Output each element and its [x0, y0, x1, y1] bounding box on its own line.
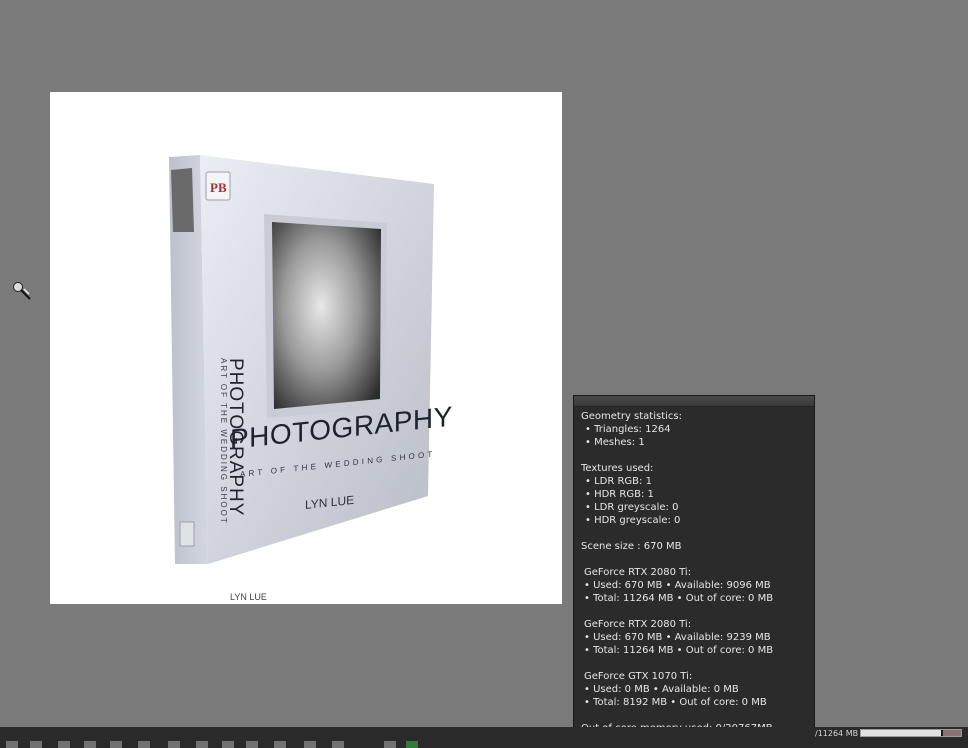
tool-icon[interactable]: [110, 741, 122, 748]
triangles-count: • Triangles: 1264: [585, 424, 671, 435]
gpu-name: GeForce RTX 2080 Ti:: [584, 619, 692, 630]
statistics-panel: Geometry statistics: • Triangles: 1264 •…: [573, 395, 815, 738]
spine-author: LYN LUE: [230, 592, 267, 602]
gpu-total: • Total: 11264 MB • Out of core: 0 MB: [584, 645, 774, 656]
tool-icon[interactable]: [6, 741, 18, 748]
gpu-total: • Total: 8192 MB • Out of core: 0 MB: [584, 697, 767, 708]
render-frame: PB PHOTOGRAPHY ART OF THE WEDDING SHOOT …: [50, 92, 562, 604]
textures-heading: Textures used:: [581, 463, 654, 474]
tool-icon[interactable]: [406, 741, 418, 748]
tool-icon[interactable]: [168, 741, 180, 748]
tool-icon[interactable]: [274, 741, 286, 748]
ldr-rgb-count: • LDR RGB: 1: [585, 476, 652, 487]
memory-usage-tail: [943, 730, 961, 736]
tool-icon[interactable]: [384, 741, 396, 748]
spine-subtitle: ART OF THE WEDDING SHOOT: [219, 358, 228, 525]
tool-icon[interactable]: [304, 741, 316, 748]
color-picker-icon[interactable]: [12, 281, 34, 301]
gpu-usage: • Used: 670 MB • Available: 9096 MB: [584, 580, 771, 591]
hdr-rgb-count: • HDR RGB: 1: [585, 489, 654, 500]
geometry-heading: Geometry statistics:: [581, 411, 682, 422]
book-render: PB PHOTOGRAPHY ART OF THE WEDDING SHOOT …: [50, 92, 562, 604]
gpu-name: GeForce RTX 2080 Ti:: [584, 567, 692, 578]
statistics-body: Geometry statistics: • Triangles: 1264 •…: [574, 407, 814, 735]
tool-icon[interactable]: [30, 741, 42, 748]
tool-icon[interactable]: [222, 741, 234, 748]
hdr-greyscale-count: • HDR greyscale: 0: [585, 515, 681, 526]
memory-total-label: /11264 MB: [815, 729, 859, 738]
ldr-greyscale-count: • LDR greyscale: 0: [585, 502, 679, 513]
gpu-usage: • Used: 670 MB • Available: 9239 MB: [584, 632, 771, 643]
gpu-usage: • Used: 0 MB • Available: 0 MB: [584, 684, 739, 695]
render-viewport[interactable]: PB PHOTOGRAPHY ART OF THE WEDDING SHOOT …: [0, 0, 968, 738]
svg-text:PB: PB: [210, 180, 227, 195]
tool-icon[interactable]: [58, 741, 70, 748]
tool-icon[interactable]: [196, 741, 208, 748]
memory-usage-fill: [861, 730, 941, 736]
toolbar-icons: [0, 741, 430, 748]
gpu-total: • Total: 11264 MB • Out of core: 0 MB: [584, 593, 774, 604]
bottom-toolbar: /11264 MB: [0, 727, 968, 748]
memory-usage-bar: [860, 729, 962, 737]
tool-icon[interactable]: [84, 741, 96, 748]
gpu-name: GeForce GTX 1070 Ti:: [584, 671, 693, 682]
tool-icon[interactable]: [246, 741, 258, 748]
meshes-count: • Meshes: 1: [585, 437, 645, 448]
statistics-panel-header[interactable]: [574, 396, 814, 407]
scene-size: Scene size : 670 MB: [581, 541, 682, 552]
tool-icon[interactable]: [332, 741, 344, 748]
tool-icon[interactable]: [138, 741, 150, 748]
